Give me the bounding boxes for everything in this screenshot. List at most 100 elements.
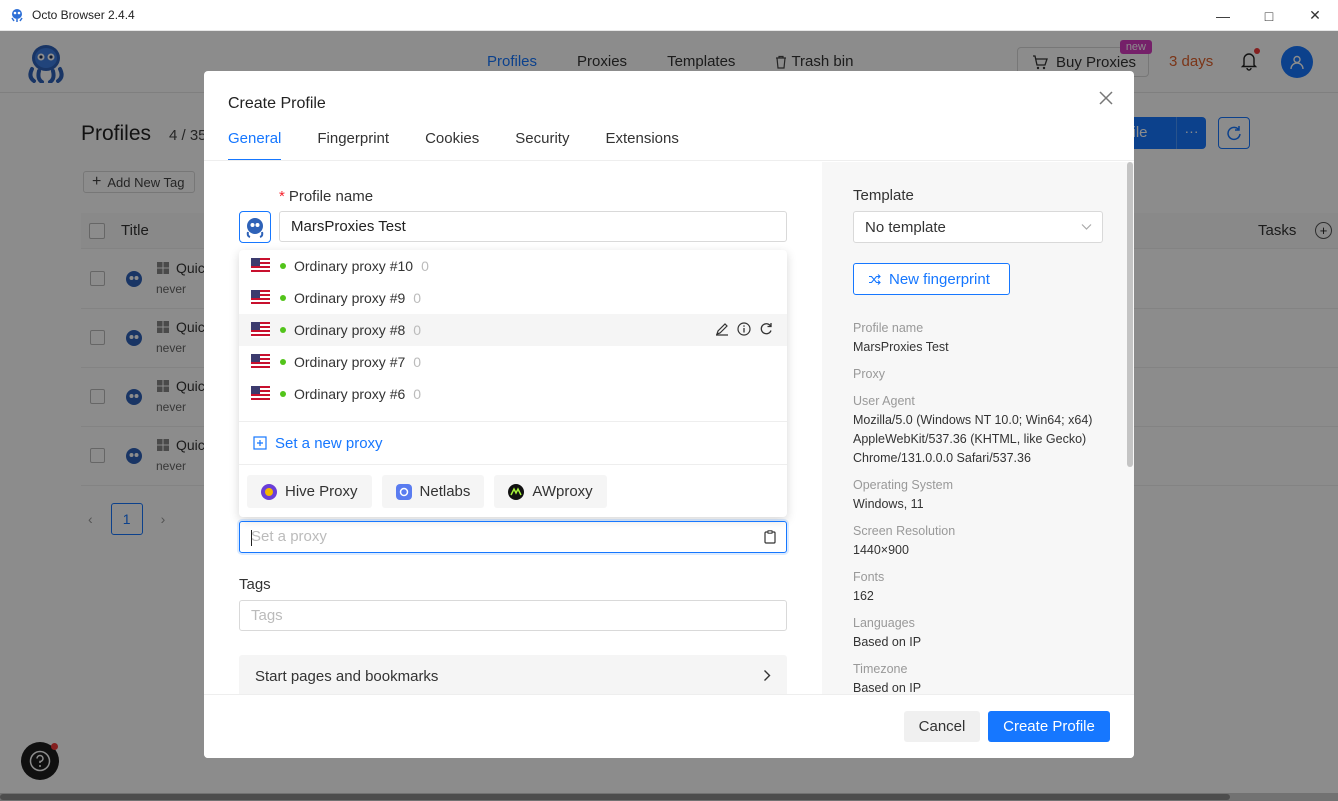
maximize-button[interactable]: □ xyxy=(1246,0,1292,31)
profile-icon-picker[interactable] xyxy=(239,211,271,243)
modal-tabs: General Fingerprint Cookies Security Ext… xyxy=(228,130,679,161)
profile-name-label-text: Profile name xyxy=(288,188,374,205)
info-value: Chrome/131.0.0.0 Safari/537.36 xyxy=(853,451,1031,465)
tab-fingerprint[interactable]: Fingerprint xyxy=(317,130,389,161)
online-status-dot xyxy=(280,263,286,269)
info-key: Proxy xyxy=(853,367,885,381)
us-flag-icon xyxy=(251,290,270,306)
proxy-usage-count: 0 xyxy=(413,290,422,306)
proxy-name: Ordinary proxy #6 xyxy=(294,386,406,402)
proxy-name: Ordinary proxy #8 xyxy=(294,322,406,338)
reload-icon[interactable] xyxy=(759,322,773,336)
proxy-input[interactable]: Set a proxy xyxy=(239,521,787,553)
proxy-option[interactable]: Ordinary proxy #7 0 xyxy=(239,346,787,378)
us-flag-icon xyxy=(251,354,270,370)
hive-proxy-icon xyxy=(261,483,277,500)
edit-icon[interactable] xyxy=(715,322,729,336)
info-value: AppleWebKit/537.36 (KHTML, like Gecko) xyxy=(853,432,1087,446)
info-value: 162 xyxy=(853,589,874,603)
proxy-usage-count: 0 xyxy=(413,322,422,338)
create-profile-button[interactable]: Create Profile xyxy=(988,711,1110,742)
profile-name-input[interactable]: MarsProxies Test xyxy=(279,211,787,242)
info-key: Languages xyxy=(853,616,915,630)
online-status-dot xyxy=(280,295,286,301)
create-profile-modal: Create Profile General Fingerprint Cooki… xyxy=(204,71,1134,758)
start-pages-section[interactable]: Start pages and bookmarks xyxy=(239,655,787,699)
modal-footer: Cancel Create Profile xyxy=(204,694,1134,758)
info-key: Profile name xyxy=(853,321,924,335)
info-key: Screen Resolution xyxy=(853,524,956,538)
info-key: Fonts xyxy=(853,570,885,584)
proxy-name: Ordinary proxy #7 xyxy=(294,354,406,370)
proxy-usage-count: 0 xyxy=(421,258,429,274)
info-value: Based on IP xyxy=(853,635,922,649)
online-status-dot xyxy=(280,327,286,333)
info-icon[interactable] xyxy=(737,322,751,336)
proxy-name: Ordinary proxy #9 xyxy=(294,290,406,306)
online-status-dot xyxy=(280,391,286,397)
provider-netlabs[interactable]: Netlabs xyxy=(381,475,485,508)
proxy-input-placeholder: Set a proxy xyxy=(251,528,327,545)
tabs-divider xyxy=(204,160,1134,161)
proxy-name: Ordinary proxy #10 xyxy=(294,258,414,274)
close-window-button[interactable]: ✕ xyxy=(1292,0,1338,31)
minimize-button[interactable]: — xyxy=(1200,0,1246,31)
modal-scrollbar[interactable] xyxy=(1127,162,1133,467)
new-fingerprint-button[interactable]: New fingerprint xyxy=(853,263,1010,295)
netlabs-icon xyxy=(395,483,412,500)
chevron-right-icon xyxy=(764,670,771,681)
required-mark: * xyxy=(279,188,285,205)
proxy-usage-count: 0 xyxy=(413,386,422,402)
tab-extensions[interactable]: Extensions xyxy=(605,130,678,161)
start-pages-label: Start pages and bookmarks xyxy=(255,668,439,685)
profile-name-label: * Profile name xyxy=(279,188,373,205)
proxy-dropdown: Ordinary proxy #10 0 Ordinary proxy #9 0… xyxy=(239,250,787,517)
provider-hive-proxy[interactable]: Hive Proxy xyxy=(247,475,372,508)
tab-general[interactable]: General xyxy=(228,130,282,161)
awproxy-icon xyxy=(508,483,525,500)
plus-square-icon xyxy=(253,436,267,450)
text-caret xyxy=(251,530,252,546)
shuffle-icon xyxy=(869,273,881,285)
proxy-option[interactable]: Ordinary proxy #9 0 xyxy=(239,282,787,314)
provider-label: Netlabs xyxy=(419,483,471,500)
provider-label: AWproxy xyxy=(532,483,593,500)
octo-profile-icon xyxy=(246,218,264,238)
set-new-proxy-button[interactable]: Set a new proxy xyxy=(239,422,787,464)
proxy-option[interactable]: Ordinary proxy #8 0 xyxy=(239,314,787,346)
chevron-down-icon xyxy=(1081,224,1092,230)
info-key: Timezone xyxy=(853,662,908,676)
clipboard-icon[interactable] xyxy=(764,530,776,544)
provider-label: Hive Proxy xyxy=(285,483,358,500)
info-value: Mozilla/5.0 (Windows NT 10.0; Win64; x64… xyxy=(853,413,1093,427)
new-fingerprint-label: New fingerprint xyxy=(889,270,990,288)
provider-awproxy[interactable]: AWproxy xyxy=(494,475,607,508)
proxy-option[interactable]: Ordinary proxy #6 0 xyxy=(239,378,787,410)
template-select[interactable]: No template xyxy=(853,211,1103,243)
tab-cookies[interactable]: Cookies xyxy=(425,130,479,161)
set-new-proxy-label: Set a new proxy xyxy=(275,434,383,452)
info-value: 1440×900 xyxy=(853,543,909,557)
proxy-usage-count: 0 xyxy=(413,354,422,370)
template-value: No template xyxy=(865,219,946,236)
proxy-providers: Hive Proxy Netlabs AWproxy xyxy=(239,465,787,517)
cancel-button[interactable]: Cancel xyxy=(904,711,980,742)
close-icon[interactable] xyxy=(1097,89,1115,107)
proxy-option[interactable]: Ordinary proxy #10 0 xyxy=(239,250,787,282)
octo-app-icon xyxy=(11,9,23,22)
info-value: MarsProxies Test xyxy=(853,340,949,354)
info-key: Operating System xyxy=(853,478,954,492)
modal-title: Create Profile xyxy=(228,95,326,112)
info-key: User Agent xyxy=(853,394,915,408)
fingerprint-summary-panel: Template No template New fingerprint Pro… xyxy=(822,162,1134,695)
info-value: Windows, 11 xyxy=(853,497,924,511)
tags-input[interactable]: Tags xyxy=(239,600,787,631)
online-status-dot xyxy=(280,359,286,365)
template-label: Template xyxy=(853,187,914,204)
us-flag-icon xyxy=(251,386,270,402)
window-titlebar: Octo Browser 2.4.4 — □ ✕ xyxy=(0,0,1338,31)
tags-label: Tags xyxy=(239,576,271,593)
us-flag-icon xyxy=(251,258,270,274)
tab-security[interactable]: Security xyxy=(515,130,569,161)
proxy-list[interactable]: Ordinary proxy #10 0 Ordinary proxy #9 0… xyxy=(239,250,787,421)
